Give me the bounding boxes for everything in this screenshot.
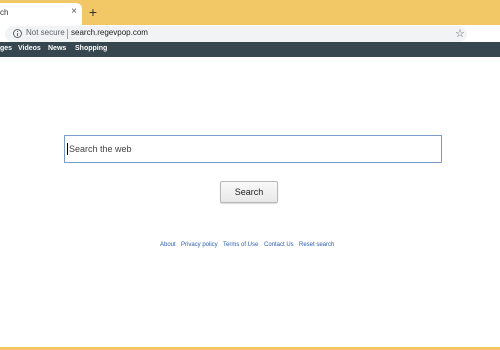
url-text[interactable]: search.regevpop.com <box>71 28 148 37</box>
info-icon[interactable] <box>13 29 22 38</box>
tab-strip: ch × + <box>0 0 500 25</box>
plus-icon[interactable]: + <box>86 5 100 19</box>
close-icon[interactable]: × <box>69 6 79 18</box>
nav-item-videos[interactable]: Videos <box>18 45 41 52</box>
footer-link-contact-us[interactable]: Contact Us <box>264 242 294 248</box>
nav-item-shopping[interactable]: Shopping <box>75 45 107 52</box>
search-button[interactable]: Search <box>220 181 278 203</box>
browser-tab[interactable]: ch × <box>0 3 82 25</box>
footer-link-about[interactable]: About <box>160 242 176 248</box>
footer-link-terms-of-use[interactable]: Terms of Use <box>223 242 258 248</box>
nav-item-images[interactable]: ges <box>0 45 12 52</box>
footer-link-reset-search[interactable]: Reset search <box>299 242 334 248</box>
address-bar: Not secure search.regevpop.com ☆ <box>0 25 500 42</box>
search-input[interactable] <box>64 135 442 163</box>
footer-link-privacy-policy[interactable]: Privacy policy <box>181 242 218 248</box>
omnibox[interactable]: Not secure search.regevpop.com ☆ <box>5 26 467 42</box>
security-label[interactable]: Not secure <box>26 28 65 37</box>
omnibox-divider <box>67 29 68 39</box>
tab-title: ch <box>0 8 9 17</box>
nav-item-news[interactable]: News <box>48 45 66 52</box>
text-caret <box>67 143 68 155</box>
star-icon[interactable]: ☆ <box>455 26 465 42</box>
category-nav: ges Videos News Shopping <box>0 42 500 57</box>
